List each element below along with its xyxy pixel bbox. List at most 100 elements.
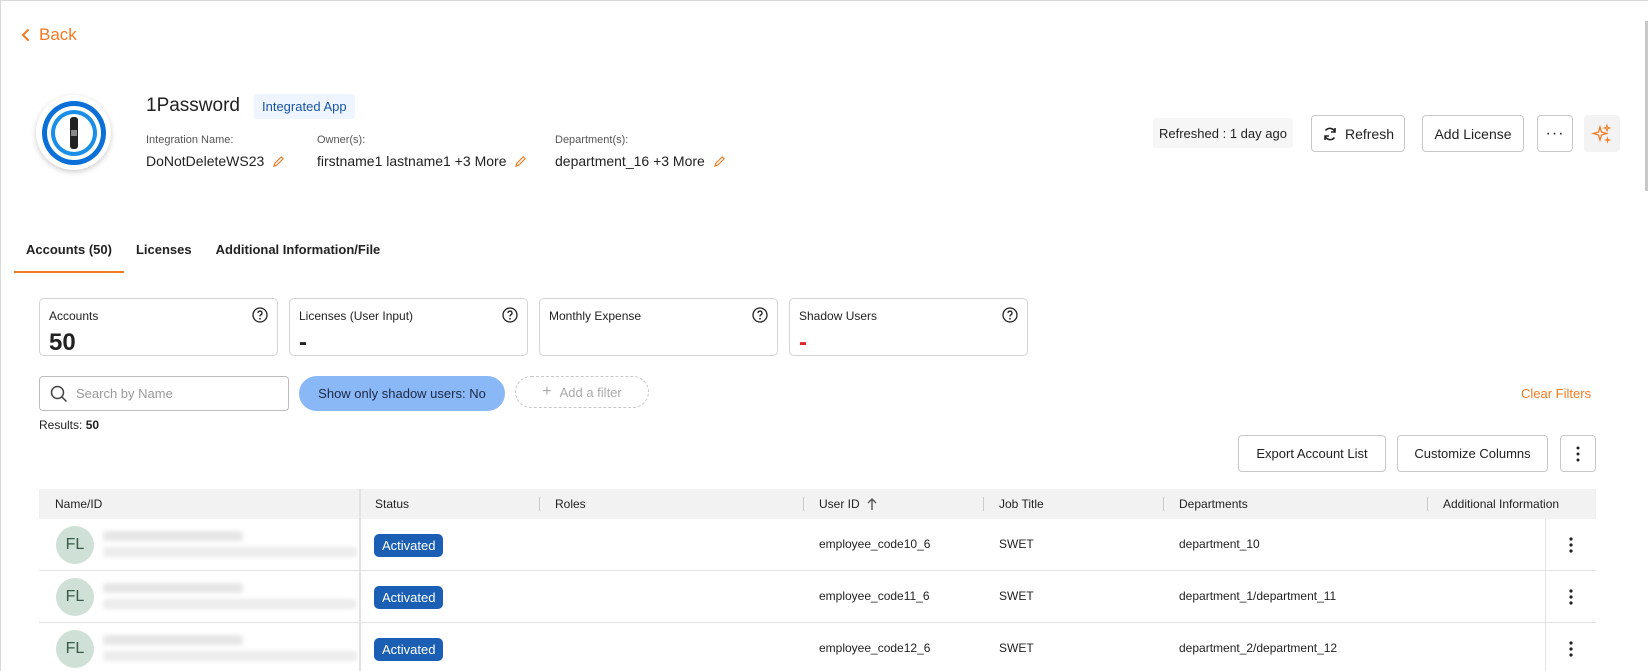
column-divider[interactable] — [1163, 497, 1164, 511]
stat-card-monthly-expense: Monthly Expense — [539, 298, 778, 356]
column-divider[interactable] — [1427, 497, 1428, 511]
edit-pencil-icon[interactable] — [272, 155, 285, 168]
departments-cell: department_2/department_12 — [1179, 641, 1338, 655]
row-actions-button[interactable] — [1545, 571, 1596, 623]
add-license-button[interactable]: Add License — [1422, 115, 1524, 152]
export-account-list-button[interactable]: Export Account List — [1238, 435, 1386, 472]
frozen-column-divider — [359, 489, 361, 671]
column-header-departments[interactable]: Departments — [1179, 489, 1248, 519]
integrated-app-badge: Integrated App — [254, 94, 355, 119]
more-options-button[interactable]: ··· — [1537, 115, 1573, 152]
job-title-cell: SWET — [999, 641, 1034, 655]
page-frame: Back 1Password Integrated App Integratio… — [0, 0, 1648, 671]
column-divider[interactable] — [803, 497, 804, 511]
departments-label: Department(s): — [555, 134, 629, 146]
status-badge: Activated — [374, 638, 444, 661]
departments-cell: department_1/department_11 — [1179, 589, 1337, 603]
redacted-email — [103, 651, 357, 661]
edit-pencil-icon[interactable] — [713, 155, 726, 168]
table-header: Name/ID Status Roles User ID Job Title D… — [39, 489, 1596, 519]
status-badge: Activated — [374, 586, 444, 609]
refresh-button[interactable]: Refresh — [1311, 115, 1405, 152]
departments-value: department_16 +3 More — [555, 153, 705, 169]
clear-filters-link[interactable]: Clear Filters — [1521, 386, 1591, 401]
add-filter-chip[interactable]: + Add a filter — [515, 376, 649, 408]
table-row[interactable]: FL Activated employee_code11_6 SWET depa… — [39, 571, 1596, 623]
tab-accounts[interactable]: Accounts (50) — [14, 231, 124, 273]
column-divider[interactable] — [539, 497, 540, 511]
onepassword-logo-icon — [41, 100, 106, 165]
stat-value: 50 — [49, 329, 76, 356]
row-actions-button[interactable] — [1545, 623, 1596, 671]
help-circle-icon[interactable] — [1002, 307, 1018, 323]
column-header-roles[interactable]: Roles — [555, 489, 586, 519]
avatar: FL — [56, 578, 94, 616]
column-divider[interactable] — [983, 497, 984, 511]
departments-field: department_16 +3 More — [555, 153, 726, 169]
column-header-status[interactable]: Status — [375, 489, 409, 519]
status-badge: Activated — [374, 534, 444, 557]
add-filter-label: Add a filter — [559, 384, 622, 400]
table-options-button[interactable] — [1560, 435, 1596, 472]
results-label: Results: — [39, 418, 83, 432]
kebab-menu-icon — [1569, 641, 1573, 657]
shadow-users-filter-chip[interactable]: Show only shadow users: No — [299, 376, 505, 411]
redacted-name — [103, 635, 243, 645]
help-circle-icon[interactable] — [752, 307, 768, 323]
stat-value: - — [799, 329, 807, 356]
table-row[interactable]: FL Activated employee_code10_6 SWET depa… — [39, 519, 1596, 571]
column-header-user-id[interactable]: User ID — [819, 489, 878, 519]
stat-title: Monthly Expense — [549, 309, 642, 323]
sparkle-icon — [1591, 122, 1612, 144]
user-id-cell: employee_code11_6 — [819, 589, 930, 603]
help-circle-icon[interactable] — [252, 307, 268, 323]
kebab-menu-icon — [1569, 537, 1573, 553]
column-header-user-id-label: User ID — [819, 497, 860, 511]
ai-assistant-button[interactable] — [1584, 115, 1620, 152]
owners-field: firstname1 lastname1 +3 More — [317, 153, 527, 169]
sort-ascending-icon[interactable] — [866, 497, 878, 511]
redacted-name — [103, 531, 243, 541]
plus-icon: + — [542, 383, 552, 400]
avatar: FL — [56, 630, 94, 668]
app-logo — [36, 95, 111, 170]
stat-title: Shadow Users — [799, 309, 878, 323]
customize-columns-button[interactable]: Customize Columns — [1397, 435, 1548, 472]
job-title-cell: SWET — [999, 537, 1034, 551]
table-row[interactable]: FL Activated employee_code12_6 SWET depa… — [39, 623, 1596, 671]
column-header-name[interactable]: Name/ID — [55, 489, 102, 519]
stat-card-shadow-users: Shadow Users - — [789, 298, 1028, 356]
owners-value: firstname1 lastname1 +3 More — [317, 153, 507, 169]
redacted-email — [103, 547, 357, 557]
edit-pencil-icon[interactable] — [514, 155, 527, 168]
row-actions-button[interactable] — [1545, 519, 1596, 571]
integration-name-value: DoNotDeleteWS23 — [146, 153, 265, 169]
refreshed-status: Refreshed : 1 day ago — [1153, 118, 1293, 148]
refresh-icon — [1324, 127, 1336, 140]
departments-cell: department_10 — [1179, 537, 1260, 551]
avatar: FL — [56, 526, 94, 564]
back-label: Back — [39, 25, 77, 44]
back-link[interactable]: Back — [21, 25, 77, 45]
search-input[interactable] — [76, 386, 276, 401]
kebab-menu-icon — [1569, 589, 1573, 605]
redacted-name — [103, 583, 243, 593]
integration-name-field: DoNotDeleteWS23 — [146, 153, 285, 169]
stat-card-accounts: Accounts 50 — [39, 298, 278, 356]
stat-card-licenses: Licenses (User Input) - — [289, 298, 528, 356]
redacted-email — [103, 599, 357, 609]
chevron-left-icon — [21, 29, 29, 41]
tab-licenses[interactable]: Licenses — [124, 231, 204, 273]
app-title: 1Password — [146, 95, 240, 116]
user-id-cell: employee_code10_6 — [819, 537, 931, 551]
refresh-label: Refresh — [1344, 125, 1395, 142]
column-header-additional-information[interactable]: Additional Information — [1443, 489, 1559, 519]
tab-additional-information[interactable]: Additional Information/File — [204, 231, 393, 273]
job-title-cell: SWET — [999, 589, 1034, 603]
search-box[interactable] — [39, 376, 289, 411]
stat-title: Accounts — [49, 309, 99, 323]
stat-title: Licenses (User Input) — [299, 309, 414, 323]
help-circle-icon[interactable] — [502, 307, 518, 323]
results-count: Results: 50 — [39, 418, 99, 432]
column-header-job-title[interactable]: Job Title — [999, 489, 1044, 519]
